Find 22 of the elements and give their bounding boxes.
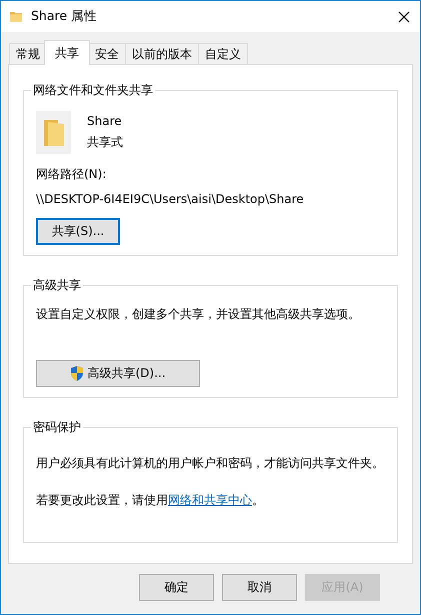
tab[interactable]: 自定义 [198,43,248,65]
group-title: 网络文件和文件夹共享 [31,83,155,98]
share-button[interactable]: 共享(S)... [36,218,120,245]
network-center-link[interactable]: 网络和共享中心 [168,493,252,507]
window-title: Share 属性 [31,8,98,25]
folder-icon [10,11,22,22]
dialog-button[interactable]: 确定 [139,574,214,601]
close-icon[interactable] [398,10,410,22]
folder-name: Share [87,114,123,128]
advanced-share-button[interactable]: 高级共享(D)... [36,360,200,387]
folder-icon [36,111,71,154]
group-title: 密码保护 [31,420,83,435]
network-path: \\DESKTOP-6I4EI9C\Users\aisi\Desktop\Share [36,192,305,206]
settings-note: 若要更改此设置，请使用网络和共享中心。 [36,492,265,509]
advanced-description: 设置自定义权限，创建多个共享，并设置其他高级共享选项。 [36,306,361,323]
path-label: 网络路径(N): [36,166,108,183]
group-title: 高级共享 [31,278,83,293]
dialog-button[interactable]: 取消 [222,574,297,601]
shield-icon [70,366,84,381]
tab[interactable]: 共享 [44,40,90,65]
share-status: 共享式 [87,134,123,151]
password-description: 用户必须具有此计算机的用户帐户和密码，才能访问共享文件夹。 [36,455,384,472]
